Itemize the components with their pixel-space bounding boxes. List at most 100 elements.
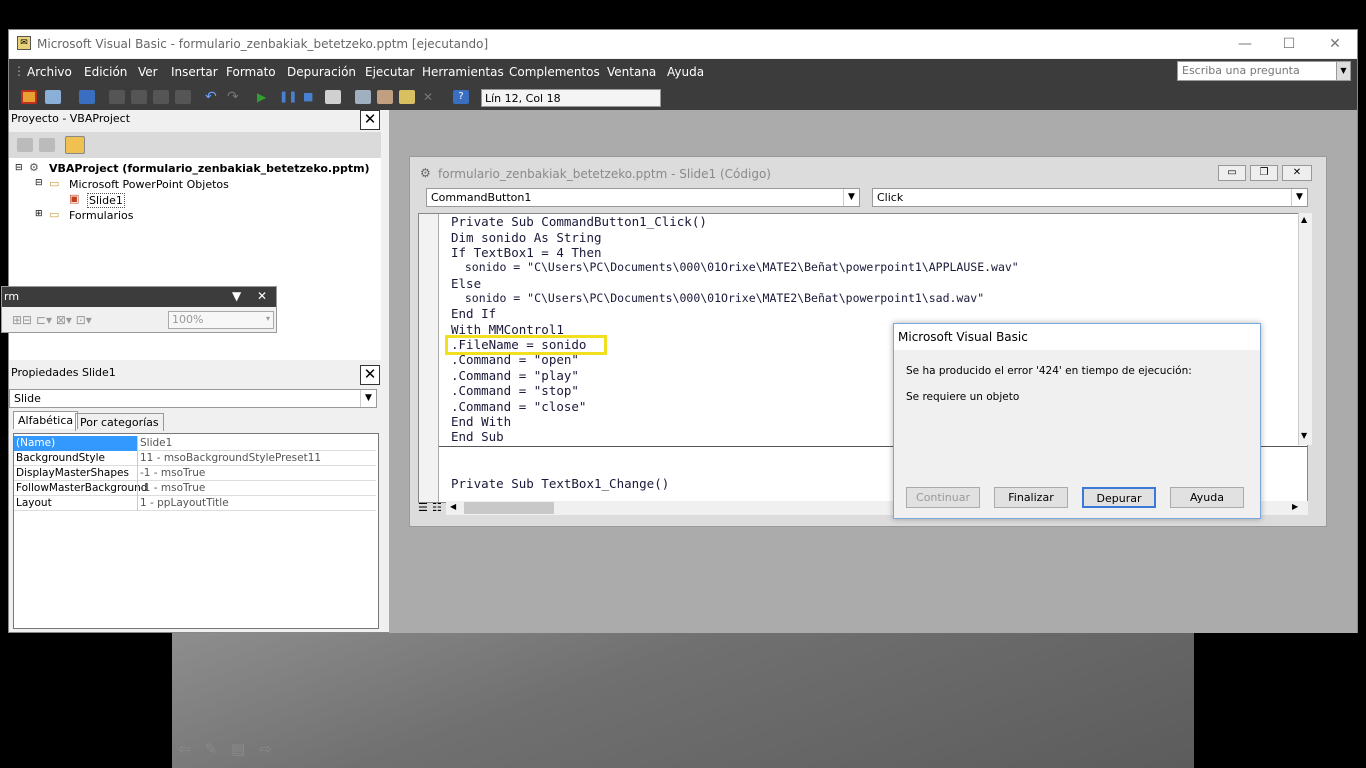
paste-icon[interactable]	[153, 90, 169, 104]
code-line: .Command = "open"	[451, 352, 579, 367]
toolbox-icon[interactable]: ✕	[423, 90, 439, 104]
window-title: Microsoft Visual Basic - formulario_zenb…	[37, 37, 489, 51]
title-bar: ✉ Microsoft Visual Basic - formulario_ze…	[9, 30, 1357, 58]
properties-title: Propiedades Slide1	[11, 366, 116, 379]
vertical-scrollbar[interactable]: ▲ ▼	[1298, 213, 1312, 445]
close-icon[interactable]: ✕	[257, 289, 267, 303]
ask-question-input[interactable]: Escriba una pregunta ▼	[1177, 61, 1351, 81]
object-browser-icon[interactable]	[399, 90, 415, 104]
scroll-down-icon[interactable]: ▼	[1301, 431, 1307, 440]
menu-ventana[interactable]: Ventana	[607, 65, 656, 79]
tree-folder-forms[interactable]: Formularios	[69, 209, 134, 222]
slideshow-controls[interactable]: ⇦✎▤⇨	[178, 740, 286, 758]
collapse-icon[interactable]: ⊟	[15, 163, 23, 173]
chevron-down-icon[interactable]: ▼	[360, 390, 376, 407]
menu-bar: ⋮ Archivo Edición Ver Insertar Formato D…	[9, 59, 1357, 84]
undo-icon[interactable]: ↶	[205, 90, 221, 104]
toggle-folders-icon[interactable]	[65, 136, 85, 154]
slide-background	[172, 632, 1194, 768]
help-button[interactable]: Ayuda	[1170, 487, 1244, 508]
reset-icon[interactable]: ■	[303, 90, 319, 104]
chevron-down-icon[interactable]: ▾	[266, 314, 270, 323]
property-row[interactable]: Layout 1 - ppLayoutTitle	[14, 496, 376, 511]
code-window-title: formulario_zenbakiak_betetzeko.pptm - Sl…	[438, 167, 771, 181]
end-button[interactable]: Finalizar	[994, 487, 1068, 508]
close-button[interactable]: ✕	[1315, 34, 1355, 54]
properties-grid: (Name) Slide1 BackgroundStyle 11 - msoBack…	[13, 433, 379, 629]
maximize-button[interactable]: ☐	[1269, 34, 1309, 54]
code-gutter	[419, 214, 439, 502]
help-icon[interactable]: ?	[453, 90, 469, 104]
object-selector[interactable]: Slide ▼	[9, 389, 377, 408]
code-restore-button[interactable]: ❐	[1250, 165, 1278, 181]
chevron-down-icon[interactable]: ▼	[1291, 189, 1307, 206]
menu-herramientas[interactable]: Herramientas	[422, 65, 504, 79]
save-icon[interactable]	[79, 90, 95, 104]
project-explorer-icon[interactable]	[355, 90, 371, 104]
slide-icon: ▣	[69, 192, 80, 205]
cut-icon[interactable]	[109, 90, 125, 104]
scroll-up-icon[interactable]: ▲	[1301, 215, 1307, 224]
insert-userform-icon[interactable]	[45, 90, 61, 104]
property-row-name[interactable]: (Name) Slide1	[14, 436, 376, 451]
vbaproject-icon: ⚙	[29, 161, 39, 174]
scroll-right-icon[interactable]: ▶	[1292, 502, 1298, 511]
full-module-view-icon[interactable]: ☷	[432, 501, 446, 515]
menu-ver[interactable]: Ver	[138, 65, 158, 79]
property-row[interactable]: BackgroundStyle 11 - msoBackgroundStylePr…	[14, 451, 376, 466]
view-code-icon[interactable]	[17, 138, 33, 152]
debug-button[interactable]: Depurar	[1082, 487, 1156, 508]
menu-depuracion[interactable]: Depuración	[287, 65, 356, 79]
powerpoint-view-icon[interactable]	[21, 90, 37, 104]
menu-complementos[interactable]: Complementos	[509, 65, 600, 79]
code-line: .Command = "close"	[451, 399, 587, 414]
close-project-icon[interactable]: ✕	[360, 110, 380, 130]
procedure-view-icon[interactable]: ☰	[418, 501, 432, 515]
error-detail: Se requiere un objeto	[906, 391, 1020, 403]
menu-edicion[interactable]: Edición	[84, 65, 127, 79]
properties-icon[interactable]	[377, 90, 393, 104]
tab-categories[interactable]: Por categorías	[75, 413, 164, 431]
pause-icon[interactable]: ❚❚	[279, 90, 297, 104]
menu-insertar[interactable]: Insertar	[171, 65, 218, 79]
chevron-down-icon[interactable]: ▼	[843, 189, 859, 206]
floating-toolbar: rm ▼ ✕ ⊞⊟ ⊏▾ ⊠▾ ⊡▾ 100% ▾	[1, 286, 277, 333]
tree-root[interactable]: VBAProject (formulario_zenbakiak_betetze…	[49, 162, 370, 175]
tab-alphabetic[interactable]: Alfabética	[13, 411, 79, 429]
run-icon[interactable]: ▶	[257, 90, 273, 104]
property-row[interactable]: DisplayMasterShapes -1 - msoTrue	[14, 466, 376, 481]
menu-archivo[interactable]: Archivo	[27, 65, 72, 79]
code-close-button[interactable]: ✕	[1282, 165, 1312, 181]
view-object-icon[interactable]	[39, 138, 55, 152]
menu-ejecutar[interactable]: Ejecutar	[365, 65, 415, 79]
tree-folder-objects[interactable]: Microsoft PowerPoint Objetos	[69, 178, 229, 191]
object-dropdown[interactable]: CommandButton1 ▼	[426, 188, 860, 207]
chevron-down-icon[interactable]: ▼	[1336, 62, 1350, 80]
tree-slide1[interactable]: Slide1	[87, 193, 125, 208]
align-icons[interactable]: ⊞⊟ ⊏▾ ⊠▾ ⊡▾	[12, 313, 92, 327]
menu-ayuda[interactable]: Ayuda	[667, 65, 704, 79]
folder-icon: ▭	[49, 208, 60, 221]
redo-icon[interactable]: ↷	[227, 90, 243, 104]
zoom-selector[interactable]: 100% ▾	[168, 311, 274, 329]
scroll-thumb[interactable]	[464, 502, 554, 514]
expand-icon[interactable]: ⊞	[35, 209, 43, 219]
minimize-button[interactable]: —	[1225, 34, 1265, 54]
code-minimize-button[interactable]: ▭	[1218, 165, 1246, 181]
code-line: sonido = "C\Users\PC\Documents\000\01Ori…	[451, 260, 1019, 274]
continue-button[interactable]: Continuar	[906, 487, 980, 508]
copy-icon[interactable]	[131, 90, 147, 104]
code-line: End With	[451, 414, 512, 429]
scroll-left-icon[interactable]: ◀	[450, 502, 456, 511]
property-row[interactable]: FollowMasterBackground -1 - msoTrue	[14, 481, 376, 496]
find-icon[interactable]	[175, 90, 191, 104]
design-mode-icon[interactable]	[325, 90, 341, 104]
menu-formato[interactable]: Formato	[226, 65, 276, 79]
code-line: Private Sub CommandButton1_Click()	[451, 214, 707, 229]
floating-toolbar-header[interactable]: rm ▼ ✕	[2, 287, 276, 307]
procedure-dropdown[interactable]: Click ▼	[872, 188, 1308, 207]
collapse-icon[interactable]: ⊟	[35, 178, 43, 188]
error-message: Se ha producido el error '424' en tiempo…	[906, 365, 1192, 377]
close-properties-icon[interactable]: ✕	[360, 365, 380, 385]
chevron-down-icon[interactable]: ▼	[232, 289, 241, 303]
